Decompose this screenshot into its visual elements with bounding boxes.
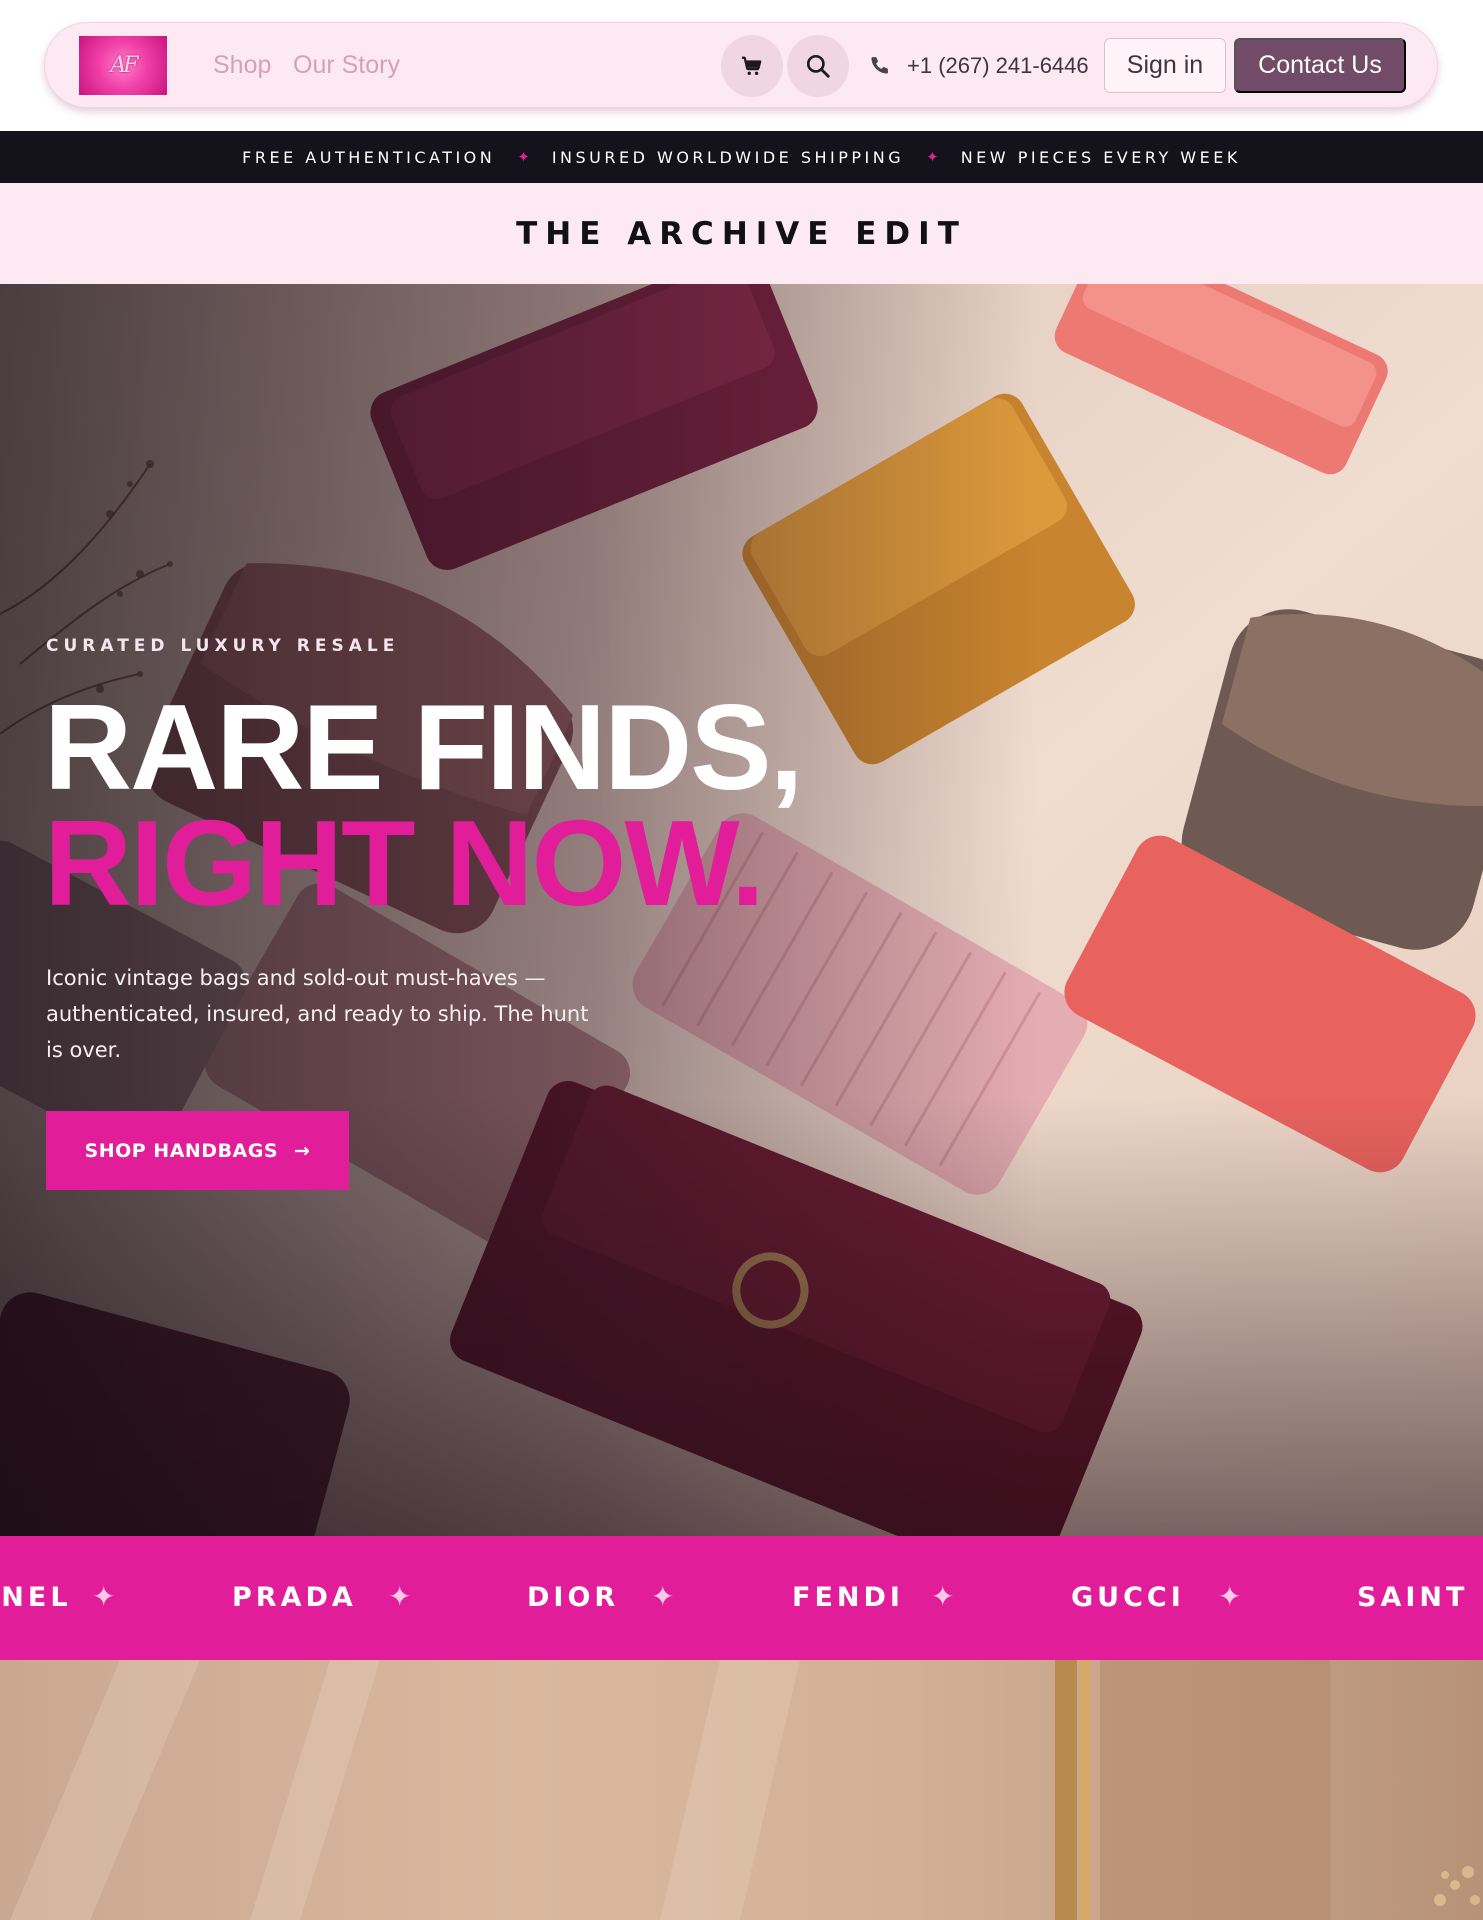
logo-monogram: AF — [110, 53, 138, 78]
brand-item[interactable]: PRADA — [232, 1582, 357, 1613]
hero-headline-line2: RIGHT NOW. — [44, 795, 765, 931]
star-separator-icon: ✦ — [651, 1581, 675, 1612]
announcement-bar: FREE AUTHENTICATION ✦ INSURED WORLDWIDE … — [0, 131, 1483, 183]
brand-item[interactable]: GUCCI — [1071, 1582, 1185, 1613]
star-separator-icon: ✦ — [931, 1581, 955, 1612]
star-separator-icon: ✦ — [1218, 1581, 1242, 1612]
hero-headline-line1: RARE FINDS, — [44, 679, 803, 815]
lifestyle-photo — [10, 1660, 1480, 1920]
hero-eyebrow: CURATED LUXURY RESALE — [46, 636, 400, 656]
brand-logo[interactable]: AF — [79, 36, 167, 95]
brand-item[interactable]: SAINT LAURENT — [1357, 1582, 1483, 1613]
search-icon — [806, 54, 830, 78]
phone-number-link[interactable]: +1 (267) 241-6446 — [907, 53, 1089, 79]
arrow-right-icon: → — [294, 1139, 311, 1162]
hero-section: CURATED LUXURY RESALE RARE FINDS, RIGHT … — [0, 284, 1483, 1536]
brand-item[interactable]: CHANEL — [0, 1582, 72, 1613]
hero-description: Iconic vintage bags and sold-out must-ha… — [46, 966, 589, 1062]
cart-icon — [741, 56, 762, 75]
brand-marquee: CHANEL ✦ PRADA ✦ DIOR ✦ FENDI ✦ GUCCI ✦ … — [0, 1536, 1483, 1660]
site-header: AF Shop Our Story +1 (267) 241-6446 Sign… — [0, 0, 1483, 131]
brand-item[interactable]: DIOR — [527, 1582, 619, 1613]
archive-edit-band: THE ARCHIVE EDIT — [0, 183, 1483, 284]
cart-button[interactable] — [721, 35, 783, 97]
star-separator-icon: ✦ — [388, 1581, 412, 1612]
nav-our-story-link[interactable]: Our Story — [293, 51, 400, 80]
announcement-item: INSURED WORLDWIDE SHIPPING — [551, 147, 905, 167]
nav-shop-link[interactable]: Shop — [213, 51, 271, 80]
shop-handbags-button[interactable]: SHOP HANDBAGS → — [46, 1111, 349, 1190]
phone-icon — [867, 52, 893, 78]
announcement-item: FREE AUTHENTICATION — [242, 147, 496, 167]
cta-label: SHOP HANDBAGS — [84, 1139, 279, 1162]
search-button[interactable] — [787, 35, 849, 97]
brand-item[interactable]: FENDI — [792, 1582, 904, 1613]
sign-in-button[interactable]: Sign in — [1104, 38, 1226, 93]
star-separator-icon: ✦ — [92, 1581, 116, 1612]
star-separator-icon: ✦ — [926, 149, 939, 166]
lower-lifestyle-image — [0, 1660, 1483, 1920]
star-separator-icon: ✦ — [517, 149, 530, 166]
contact-us-button[interactable]: Contact Us — [1234, 38, 1406, 93]
section-title: THE ARCHIVE EDIT — [516, 215, 967, 252]
announcement-item: NEW PIECES EVERY WEEK — [960, 147, 1241, 167]
main-nav: AF Shop Our Story +1 (267) 241-6446 Sign… — [44, 22, 1438, 108]
